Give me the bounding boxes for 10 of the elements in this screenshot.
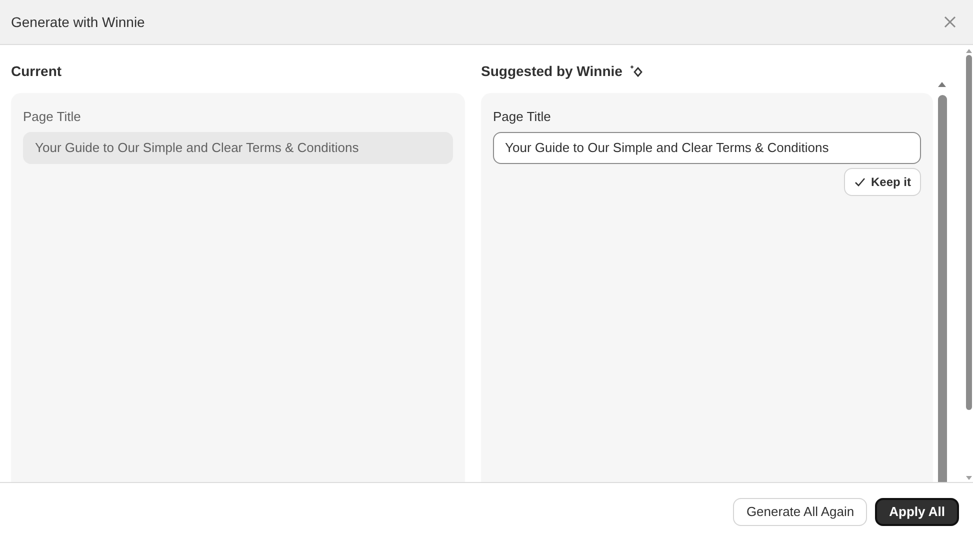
column-heading: Current xyxy=(11,63,63,79)
column-heading: Suggested by Winnie xyxy=(481,62,622,81)
field-label: Page Title xyxy=(493,108,552,126)
dialog-title: Generate with Winnie xyxy=(11,12,145,32)
input-field[interactable]: Your Guide to Our Simple and Clear Terms & Conditions xyxy=(23,132,453,164)
generate-button[interactable]: Generate All Again xyxy=(733,498,868,526)
input-field[interactable]: Your Guide to Our Simple and Clear Terms & Conditions xyxy=(493,132,921,164)
keep-button[interactable]: Keep it xyxy=(844,168,921,196)
apply-button[interactable]: Apply All xyxy=(875,498,959,526)
field-label: Page Title xyxy=(23,108,82,126)
